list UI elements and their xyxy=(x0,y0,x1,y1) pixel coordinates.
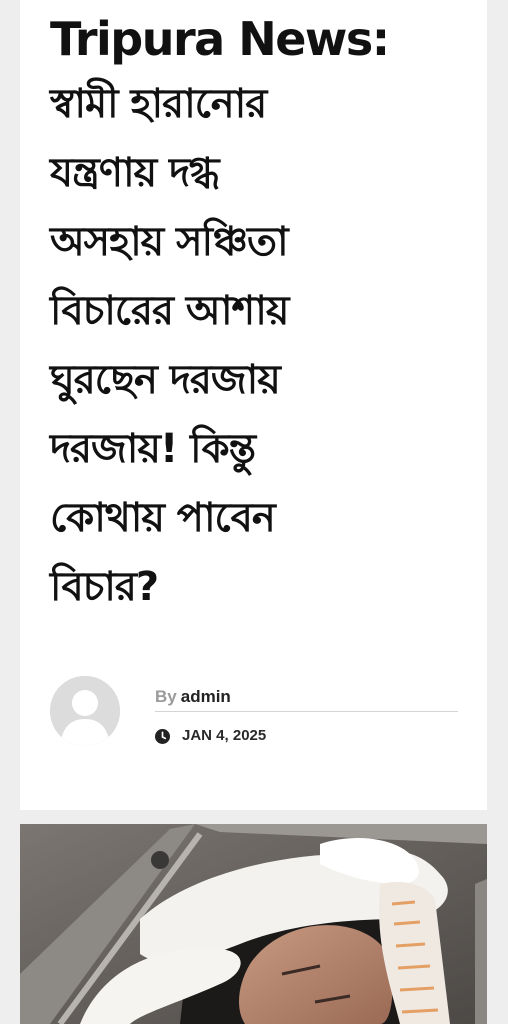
user-silhouette-icon xyxy=(50,676,120,746)
byline: By admin xyxy=(155,686,458,712)
title-line: স্বামী হারানোর xyxy=(50,81,267,127)
title-line: যন্ত্রণায় দগ্ধ xyxy=(50,150,220,196)
clock-icon xyxy=(155,728,170,744)
title-line: Tripura News: xyxy=(50,12,390,66)
title-line: বিচারের আশায় xyxy=(50,288,289,334)
featured-image[interactable] xyxy=(20,824,487,1024)
title-line: দরজায়! কিন্তু xyxy=(50,426,256,472)
title-line: ঘুরছেন দরজায় xyxy=(50,357,281,403)
by-label: By xyxy=(155,687,177,706)
post-date: JAN 4, 2025 xyxy=(155,726,458,746)
article-card: Tripura News: স্বামী হারানোর যন্ত্রণায় … xyxy=(20,0,487,810)
article-meta: By admin JAN 4, 2025 xyxy=(155,686,458,746)
title-line: বিচার? xyxy=(50,564,159,610)
title-line: কোথায় পাবেন xyxy=(50,495,276,541)
article-title: Tripura News: স্বামী হারানোর যন্ত্রণায় … xyxy=(50,8,470,622)
date-text: JAN 4, 2025 xyxy=(182,727,267,744)
author-link[interactable]: admin xyxy=(181,687,231,706)
author-avatar[interactable] xyxy=(50,676,120,746)
title-line: অসহায় সঞ্চিতা xyxy=(50,219,289,265)
